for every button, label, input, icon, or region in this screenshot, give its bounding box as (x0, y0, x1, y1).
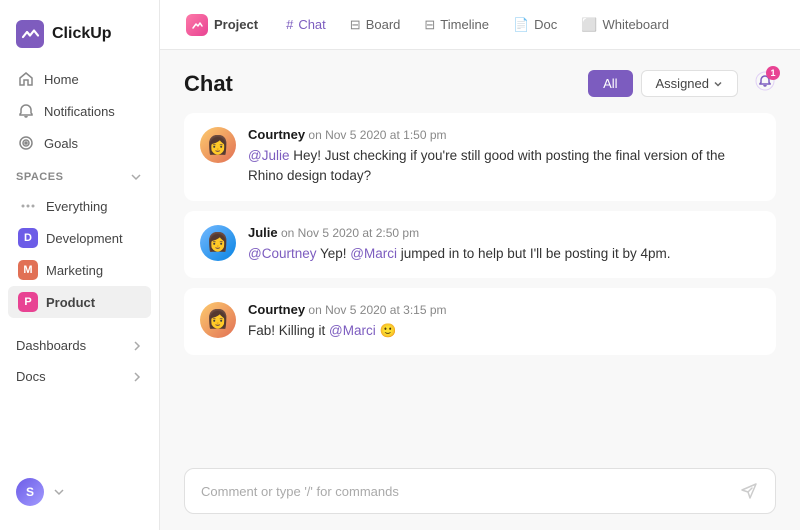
tab-timeline[interactable]: ⊟ Timeline (414, 11, 499, 39)
chat-area: Chat All Assigned 1 (160, 50, 800, 530)
logo-area: ClickUp (0, 12, 159, 64)
message-author: Julie (248, 225, 278, 240)
sidebar-label-marketing: Marketing (46, 263, 103, 278)
avatar: 👩 (200, 127, 236, 163)
project-label: Project (214, 17, 258, 32)
target-icon (18, 135, 34, 151)
notification-badge: 1 (766, 66, 780, 80)
sidebar-label-docs: Docs (16, 369, 46, 384)
top-nav: Project # Chat ⊟ Board ⊟ Timeline 📄 Doc … (160, 0, 800, 50)
message-timestamp: on Nov 5 2020 at 1:50 pm (308, 128, 446, 142)
tab-whiteboard[interactable]: ⬜ Whiteboard (571, 11, 679, 39)
table-row: 👩 Courtney on Nov 5 2020 at 1:50 pm @Jul… (184, 113, 776, 201)
user-avatar[interactable]: S (16, 478, 44, 506)
filter-all-button[interactable]: All (588, 70, 632, 97)
chevron-down-filter-icon (713, 79, 723, 89)
spaces-label: Spaces (16, 171, 63, 183)
message-meta: Courtney on Nov 5 2020 at 1:50 pm (248, 127, 760, 142)
sidebar-label-everything: Everything (46, 199, 107, 214)
sidebar-label-goals: Goals (44, 136, 78, 151)
filter-assigned-button[interactable]: Assigned (641, 70, 738, 97)
tab-board-label: Board (366, 17, 401, 32)
tab-doc-label: Doc (534, 17, 557, 32)
project-icon (186, 14, 208, 36)
everything-icon (18, 196, 38, 216)
comment-input-bar[interactable]: Comment or type '/' for commands (184, 468, 776, 514)
comment-placeholder: Comment or type '/' for commands (201, 484, 399, 499)
tab-whiteboard-label: Whiteboard (602, 17, 668, 32)
message-meta: Courtney on Nov 5 2020 at 3:15 pm (248, 302, 760, 317)
message-timestamp: on Nov 5 2020 at 2:50 pm (281, 226, 419, 240)
whiteboard-icon: ⬜ (581, 17, 597, 33)
message-text: @Courtney Yep! @Marci jumped in to help … (248, 244, 760, 264)
message-text: Fab! Killing it @Marci 🙂 (248, 321, 760, 341)
sidebar-bottom: S (0, 466, 159, 518)
sidebar-item-product[interactable]: P Product (8, 286, 151, 318)
marketing-space-icon: M (18, 260, 38, 280)
page-title: Chat (184, 71, 233, 97)
chevron-down-user-icon (52, 485, 66, 499)
sidebar-item-everything[interactable]: Everything (8, 190, 151, 222)
sidebar-label-home: Home (44, 72, 79, 87)
bell-icon (18, 103, 34, 119)
chat-header: Chat All Assigned 1 (184, 50, 776, 113)
sidebar-item-goals[interactable]: Goals (8, 128, 151, 158)
sidebar-item-docs[interactable]: Docs (0, 361, 159, 392)
message-content: Courtney on Nov 5 2020 at 3:15 pm Fab! K… (248, 302, 760, 341)
tab-chat-label: Chat (298, 17, 325, 32)
message-author: Courtney (248, 302, 305, 317)
avatar: 👩 (200, 302, 236, 338)
sidebar-label-development: Development (46, 231, 123, 246)
sidebar-nav: Home Notifications Goals (0, 64, 159, 158)
sidebar-item-marketing[interactable]: M Marketing (8, 254, 151, 286)
filter-assigned-label: Assigned (656, 76, 709, 91)
sidebar-item-development[interactable]: D Development (8, 222, 151, 254)
table-row: 👩 Courtney on Nov 5 2020 at 3:15 pm Fab!… (184, 288, 776, 355)
clickup-logo-icon (16, 20, 44, 48)
message-meta: Julie on Nov 5 2020 at 2:50 pm (248, 225, 760, 240)
sidebar-label-dashboards: Dashboards (16, 338, 86, 353)
message-author: Courtney (248, 127, 305, 142)
sidebar-label-notifications: Notifications (44, 104, 115, 119)
sidebar-item-dashboards[interactable]: Dashboards (0, 330, 159, 361)
board-icon: ⊟ (350, 17, 361, 33)
mention-courtney: @Courtney (248, 246, 316, 261)
messages-container: 👩 Courtney on Nov 5 2020 at 1:50 pm @Jul… (184, 113, 776, 456)
send-icon (739, 481, 759, 501)
hash-icon: # (286, 17, 293, 32)
message-content: Courtney on Nov 5 2020 at 1:50 pm @Julie… (248, 127, 760, 187)
notification-icon-wrapper[interactable]: 1 (754, 70, 776, 97)
mention-marci-2: @Marci (329, 323, 376, 338)
chevron-right-icon (131, 340, 143, 352)
timeline-icon: ⊟ (424, 17, 435, 33)
tab-doc[interactable]: 📄 Doc (503, 11, 567, 39)
avatar: 👩 (200, 225, 236, 261)
spaces-header: Spaces (0, 158, 159, 190)
tab-board[interactable]: ⊟ Board (340, 11, 411, 39)
chat-filters: All Assigned 1 (588, 70, 776, 97)
sidebar-item-notifications[interactable]: Notifications (8, 96, 151, 126)
home-icon (18, 71, 34, 87)
mention-julie: @Julie (248, 148, 289, 163)
doc-icon: 📄 (513, 17, 529, 33)
sidebar-label-product: Product (46, 295, 95, 310)
message-timestamp: on Nov 5 2020 at 3:15 pm (308, 303, 446, 317)
chevron-right-icon-docs (131, 371, 143, 383)
main-content: Project # Chat ⊟ Board ⊟ Timeline 📄 Doc … (160, 0, 800, 530)
sidebar: ClickUp Home Notifications Goals Spaces (0, 0, 160, 530)
message-content: Julie on Nov 5 2020 at 2:50 pm @Courtney… (248, 225, 760, 264)
chevron-down-icon (129, 170, 143, 184)
tab-timeline-label: Timeline (440, 17, 489, 32)
product-space-icon: P (18, 292, 38, 312)
tab-chat[interactable]: # Chat (276, 11, 336, 38)
table-row: 👩 Julie on Nov 5 2020 at 2:50 pm @Courtn… (184, 211, 776, 278)
message-text: @Julie Hey! Just checking if you're stil… (248, 146, 760, 187)
mention-marci: @Marci (350, 246, 397, 261)
dev-space-icon: D (18, 228, 38, 248)
project-chip[interactable]: Project (176, 10, 268, 40)
sidebar-item-home[interactable]: Home (8, 64, 151, 94)
logo-text: ClickUp (52, 25, 112, 43)
